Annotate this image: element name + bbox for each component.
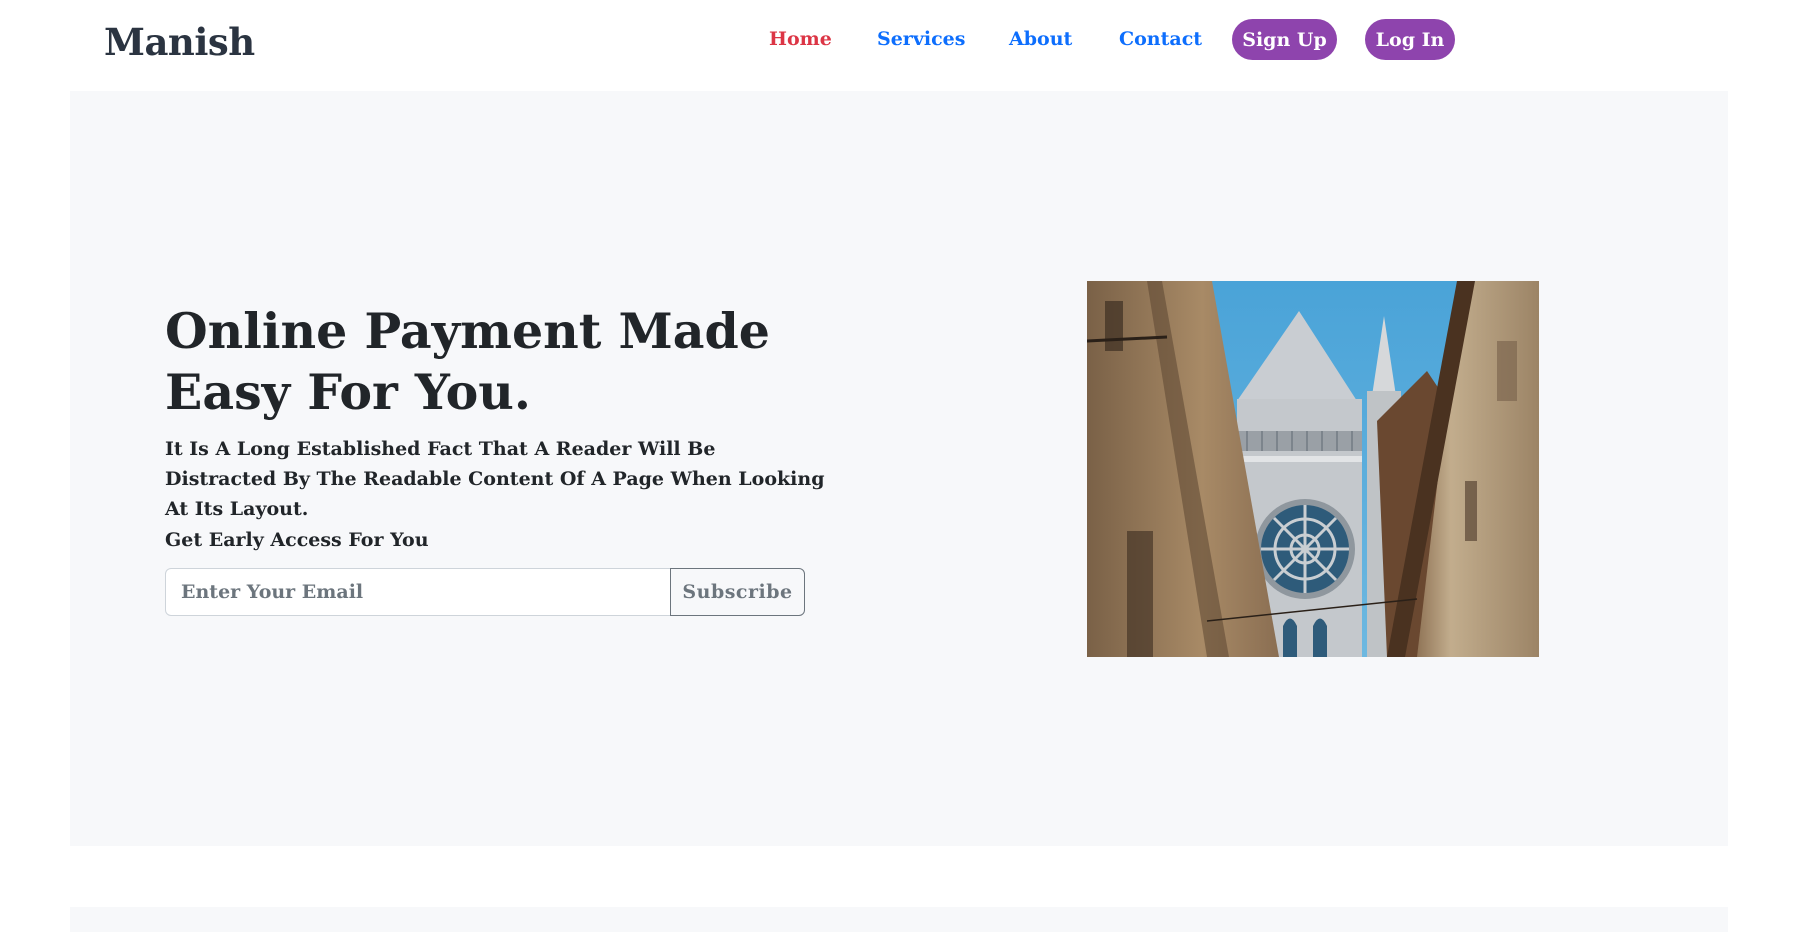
nav-link-contact[interactable]: Contact <box>1119 28 1202 50</box>
hero-image-cathedral <box>1087 281 1539 657</box>
hero-subtitle: It Is A Long Established Fact That A Rea… <box>165 438 825 520</box>
brand-logo[interactable]: Manish <box>104 20 255 64</box>
nav-link-about[interactable]: About <box>1009 28 1072 50</box>
hero-section: Online Payment Made Easy For You. It Is … <box>70 91 1728 846</box>
nav-link-home[interactable]: Home <box>769 28 832 50</box>
early-access-label: Get Early Access For You <box>165 529 429 551</box>
sign-up-button[interactable]: Sign Up <box>1232 19 1337 60</box>
log-in-button[interactable]: Log In <box>1365 19 1455 60</box>
next-section <box>70 907 1728 932</box>
hero-title: Online Payment Made Easy For You. <box>165 302 770 421</box>
email-input[interactable] <box>165 568 671 616</box>
nav-link-services[interactable]: Services <box>877 28 965 50</box>
subscribe-button[interactable]: Subscribe <box>670 568 805 616</box>
navbar: Manish Home Services About Contact Sign … <box>0 0 1801 80</box>
